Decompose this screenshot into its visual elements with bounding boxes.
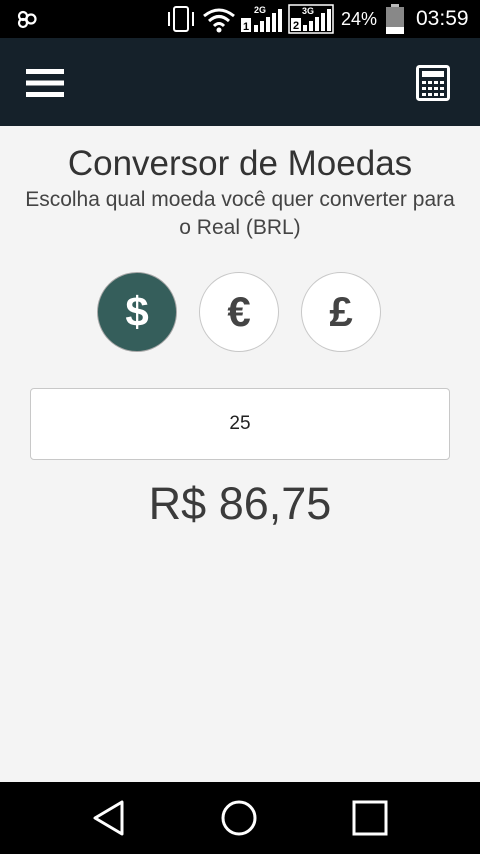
currency-button-pound[interactable]: £ [301,272,381,352]
app-notification-icon [17,10,37,29]
recents-square-icon[interactable] [350,798,390,838]
hamburger-menu-icon[interactable] [26,67,64,99]
page-title: Conversor de Moedas [67,144,413,183]
sim2-network-label: 3G [302,6,314,16]
back-triangle-icon[interactable] [90,798,130,838]
sim1-signal-icon: 2G 1 [241,5,282,33]
system-nav-bar [0,782,480,854]
euro-symbol: € [227,288,251,335]
vibrate-icon [168,6,194,32]
sim1-network-label: 2G [254,5,266,15]
home-circle-icon[interactable] [219,798,259,838]
sim2-slot-label: 2 [293,20,299,32]
battery-icon [386,4,404,34]
sim1-slot-label: 1 [243,21,249,33]
currency-button-dollar[interactable]: $ [97,272,177,352]
calculator-icon[interactable] [416,65,450,101]
currency-button-euro[interactable]: € [199,272,279,352]
clock: 03:59 [416,7,469,30]
conversion-result: R$ 86,75 [148,478,332,529]
page-subtitle: Escolha qual moeda você quer converter p… [25,188,455,239]
wifi-icon [203,8,235,33]
pound-symbol: £ [329,288,353,335]
status-bar: 2G 1 3G 2 24% 03:59 [0,0,480,38]
sim2-signal-icon: 3G 2 [288,4,334,34]
dollar-symbol: $ [125,288,149,335]
app-bar [0,38,480,126]
battery-percent: 24% [341,9,378,29]
amount-input[interactable] [30,388,450,460]
